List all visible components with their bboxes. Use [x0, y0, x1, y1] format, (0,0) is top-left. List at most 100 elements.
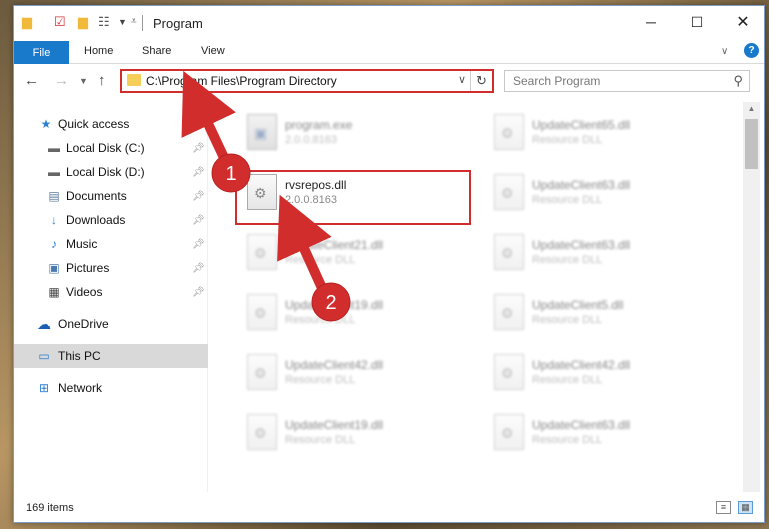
- pin-icon: 📌︎: [192, 190, 205, 202]
- list-item[interactable]: UpdateClient63.dll Resource DLL: [486, 406, 726, 460]
- title-bar: ▆ ☑ ▆ ☷ ▼ ⩡ Program ─ ☐ ✕: [14, 6, 764, 38]
- list-item[interactable]: UpdateClient21.dll Resource DLL: [239, 226, 479, 280]
- pin-icon: 📌︎: [192, 166, 205, 178]
- pin-icon: 📌︎: [192, 142, 205, 154]
- file-type: Resource DLL: [532, 254, 603, 266]
- maximize-button[interactable]: ☐: [674, 6, 720, 38]
- chevron-down-icon[interactable]: ▼: [118, 17, 127, 27]
- file-type: Resource DLL: [285, 434, 356, 446]
- vertical-scrollbar[interactable]: ▲: [743, 102, 760, 492]
- search-icon: ⚲: [733, 73, 743, 88]
- sidebar-item-label: Network: [58, 381, 103, 395]
- pin-icon: 📌︎: [192, 214, 205, 226]
- file-type: Resource DLL: [532, 374, 603, 386]
- address-bar[interactable]: C:\Program Files\Program Directory ∨ ↻: [120, 69, 494, 93]
- folder-icon[interactable]: ▆: [22, 14, 32, 30]
- view-icon[interactable]: ☷: [98, 14, 110, 30]
- sidebar-item-music[interactable]: ♪ Music 📌︎: [14, 232, 208, 256]
- download-icon: ↓: [51, 213, 57, 227]
- window-title: Program: [153, 16, 203, 31]
- file-name: UpdateClient63.dll: [532, 418, 631, 432]
- sidebar-item-onedrive[interactable]: ☁ OneDrive: [14, 312, 208, 336]
- sidebar-item-network[interactable]: ⊞ Network: [14, 376, 208, 400]
- tab-file[interactable]: File: [14, 41, 69, 64]
- documents-icon: ▤: [48, 189, 60, 203]
- list-item[interactable]: program.exe 2.0.0.8163: [239, 106, 479, 160]
- navigation-bar: ← → ▼ ↑ C:\Program Files\Program Directo…: [14, 65, 764, 97]
- drive-icon: ▬: [48, 165, 60, 179]
- chevron-down-icon[interactable]: ∨: [458, 73, 466, 86]
- new-folder-icon[interactable]: ▆: [78, 14, 88, 30]
- sidebar-item-label: Pictures: [66, 261, 110, 275]
- list-item[interactable]: UpdateClient19.dll Resource DLL: [239, 406, 479, 460]
- explorer-window: ▆ ☑ ▆ ☷ ▼ ⩡ Program ─ ☐ ✕ File Home Shar…: [13, 5, 765, 523]
- file-type: Resource DLL: [532, 194, 603, 206]
- sidebar-item-this-pc[interactable]: ▭ This PC: [14, 344, 208, 368]
- dll-file-icon: [494, 114, 524, 150]
- minimize-button[interactable]: ─: [628, 6, 674, 38]
- details-view-icon[interactable]: ≡: [716, 501, 731, 514]
- scroll-thumb[interactable]: [745, 119, 758, 169]
- properties-icon[interactable]: ☑: [54, 14, 66, 30]
- up-button[interactable]: ↑: [98, 72, 106, 89]
- file-type: Resource DLL: [285, 254, 356, 266]
- help-icon[interactable]: ?: [744, 43, 759, 58]
- dll-file-icon: [494, 174, 524, 210]
- sidebar-item-quick-access[interactable]: ★ Quick access: [14, 112, 208, 136]
- tab-view[interactable]: View: [201, 45, 225, 57]
- list-item[interactable]: UpdateClient63.dll Resource DLL: [486, 226, 726, 280]
- tiles-view-icon[interactable]: ▦: [738, 501, 753, 514]
- sidebar-item-downloads[interactable]: ↓ Downloads 📌︎: [14, 208, 208, 232]
- dll-file-icon: [494, 354, 524, 390]
- list-item[interactable]: UpdateClient65.dll Resource DLL: [486, 106, 726, 160]
- file-version: 2.0.0.8163: [285, 134, 337, 146]
- file-name: UpdateClient21.dll: [285, 238, 384, 252]
- network-icon: ⊞: [38, 381, 50, 395]
- file-type: Resource DLL: [532, 314, 603, 326]
- star-icon: ★: [40, 117, 52, 131]
- file-name: UpdateClient19.dll: [285, 418, 384, 432]
- dll-file-icon: [494, 294, 524, 330]
- cloud-icon: ☁: [37, 315, 51, 332]
- sidebar-item-label: Local Disk (D:): [66, 165, 145, 179]
- close-button[interactable]: ✕: [720, 6, 764, 38]
- file-highlight-box: [235, 170, 471, 225]
- expand-ribbon-icon[interactable]: ∨: [721, 46, 728, 57]
- file-name: UpdateClient5.dll: [532, 298, 624, 312]
- customize-toolbar-icon[interactable]: ⩡: [131, 16, 137, 27]
- sidebar-item-label: Local Disk (C:): [66, 141, 145, 155]
- ribbon: File Home Share View ∨ ?: [14, 38, 764, 64]
- list-item[interactable]: UpdateClient19.dll Resource DLL: [239, 286, 479, 340]
- recent-locations-icon[interactable]: ▼: [79, 76, 88, 86]
- scroll-up-icon[interactable]: ▲: [743, 102, 760, 116]
- list-item[interactable]: UpdateClient42.dll Resource DLL: [239, 346, 479, 400]
- dll-file-icon: [494, 234, 524, 270]
- sidebar-item-local-disk-d[interactable]: ▬ Local Disk (D:) 📌︎: [14, 160, 208, 184]
- sidebar-item-pictures[interactable]: ▣ Pictures 📌︎: [14, 256, 208, 280]
- search-input[interactable]: Search Program ⚲: [504, 70, 750, 92]
- file-type: Resource DLL: [285, 374, 356, 386]
- list-item[interactable]: UpdateClient42.dll Resource DLL: [486, 346, 726, 400]
- tab-home[interactable]: Home: [84, 45, 113, 57]
- refresh-button[interactable]: ↻: [470, 71, 492, 91]
- list-item[interactable]: UpdateClient63.dll Resource DLL: [486, 166, 726, 220]
- list-item[interactable]: UpdateClient5.dll Resource DLL: [486, 286, 726, 340]
- file-name: UpdateClient63.dll: [532, 178, 631, 192]
- address-path: C:\Program Files\Program Directory: [146, 74, 337, 88]
- sidebar-item-videos[interactable]: ▦ Videos 📌︎: [14, 280, 208, 304]
- dll-file-icon: [247, 354, 277, 390]
- file-list: program.exe 2.0.0.8163 rvsrepos.dll 2.0.…: [209, 102, 743, 492]
- exe-file-icon: [247, 114, 277, 150]
- sidebar-item-label: Downloads: [66, 213, 126, 227]
- forward-button[interactable]: →: [54, 72, 69, 89]
- sidebar-item-documents[interactable]: ▤ Documents 📌︎: [14, 184, 208, 208]
- title-separator: [142, 15, 143, 31]
- dll-file-icon: [247, 414, 277, 450]
- sidebar-item-label: This PC: [58, 349, 101, 363]
- navigation-pane: ★ Quick access ▬ Local Disk (C:) 📌︎ ▬ Lo…: [14, 102, 208, 492]
- tab-share[interactable]: Share: [142, 45, 171, 57]
- dll-file-icon: [494, 414, 524, 450]
- back-button[interactable]: ←: [24, 72, 39, 89]
- search-placeholder: Search Program: [513, 74, 601, 88]
- sidebar-item-local-disk-c[interactable]: ▬ Local Disk (C:) 📌︎: [14, 136, 208, 160]
